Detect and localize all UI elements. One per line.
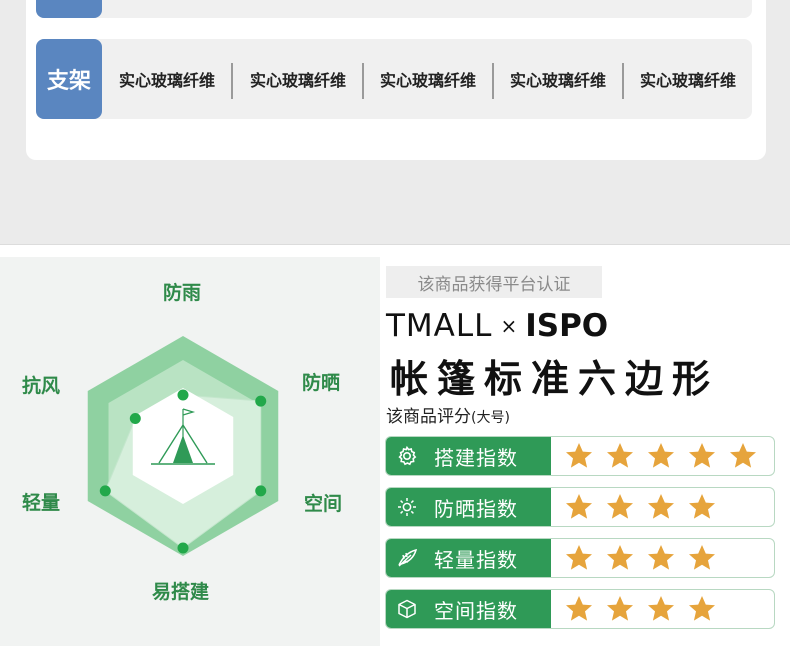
metric-label: 防晒指数 (434, 496, 518, 521)
star-icon (566, 494, 592, 519)
metric-header: 防晒指数 (386, 488, 551, 526)
metric-row-sunproof: 防晒指数 (385, 487, 775, 527)
metric-label: 轻量指数 (434, 547, 518, 572)
evaluation-label: 该商品评分(大号) (386, 402, 510, 427)
brand-ispo: ISPO (525, 308, 609, 344)
radar-dot-bottom (177, 542, 189, 554)
standard-title: 帐篷标准六边形 (390, 357, 720, 401)
metric-row-space: 空间指数 (385, 589, 775, 629)
star-rating (564, 590, 728, 628)
star-rating (564, 488, 728, 526)
star-icon (648, 494, 674, 519)
radar-dot-top-right (255, 395, 267, 407)
star-icon (648, 545, 674, 570)
spec-cell: 实心玻璃纤维 (639, 71, 736, 90)
star-icon (689, 596, 715, 621)
spec-cell: 实心玻璃纤维 (509, 71, 606, 90)
star-icon (566, 443, 592, 468)
sun-icon (396, 496, 418, 518)
star-icon (648, 443, 674, 468)
star-icon (689, 545, 715, 570)
evaluation-size: (大号) (471, 410, 510, 426)
radar-dot-top (177, 389, 189, 401)
radar-dot-bottom-left (99, 485, 111, 497)
gear-icon (396, 445, 418, 467)
radar-label-bottom: 易搭建 (152, 581, 210, 603)
previous-spec-row (36, 0, 752, 18)
spec-row-frame: 支架 实心玻璃纤维 实心玻璃纤维 实心玻璃纤维 实心玻璃纤维 实心玻璃纤维 (36, 39, 752, 119)
spec-card: 支架 实心玻璃纤维 实心玻璃纤维 实心玻璃纤维 实心玻璃纤维 实心玻璃纤维 (26, 0, 766, 160)
spec-cell: 实心玻璃纤维 (379, 71, 476, 90)
radar-panel: 防雨 防晒 空间 易搭建 轻量 抗风 (0, 257, 380, 646)
certification-badge: 该商品获得平台认证 (386, 266, 602, 298)
feather-icon (396, 547, 418, 569)
previous-spec-tag (36, 0, 102, 18)
star-rating (564, 539, 728, 577)
brand-tmall: TMALL (386, 308, 493, 344)
star-icon (607, 596, 633, 621)
radar-label-top-right: 防晒 (302, 372, 341, 394)
metric-label: 空间指数 (434, 598, 518, 623)
metric-row-lightweight: 轻量指数 (385, 538, 775, 578)
star-icon (607, 494, 633, 519)
metric-label: 搭建指数 (434, 445, 518, 470)
evaluation-text: 该商品评分 (386, 407, 471, 427)
radar-label-top: 防雨 (163, 282, 202, 304)
star-icon (566, 545, 592, 570)
brand-lockup: TMALL × ISPO (386, 306, 608, 346)
cube-icon (396, 598, 418, 620)
spec-cell: 实心玻璃纤维 (118, 71, 215, 90)
metric-header: 搭建指数 (386, 437, 551, 475)
star-icon (607, 545, 633, 570)
star-icon (689, 494, 715, 519)
radar-dot-bottom-right (255, 485, 267, 497)
spec-tag: 支架 (36, 39, 102, 119)
star-icon (689, 443, 715, 468)
metric-row-build: 搭建指数 (385, 436, 775, 476)
star-icon (607, 443, 633, 468)
radar-label-bottom-left: 轻量 (22, 492, 61, 514)
brand-cross: × (500, 314, 518, 338)
radar-label-bottom-right: 空间 (304, 493, 343, 515)
radar-label-top-left: 抗风 (22, 375, 61, 397)
star-icon (648, 596, 674, 621)
metric-header: 轻量指数 (386, 539, 551, 577)
spec-section: 支架 实心玻璃纤维 实心玻璃纤维 实心玻璃纤维 实心玻璃纤维 实心玻璃纤维 (0, 0, 790, 245)
radar-dot-top-left (129, 412, 141, 424)
star-rating (564, 437, 769, 475)
spec-cell: 实心玻璃纤维 (249, 71, 346, 90)
star-icon (566, 596, 592, 621)
metric-header: 空间指数 (386, 590, 551, 628)
star-icon (730, 443, 756, 468)
